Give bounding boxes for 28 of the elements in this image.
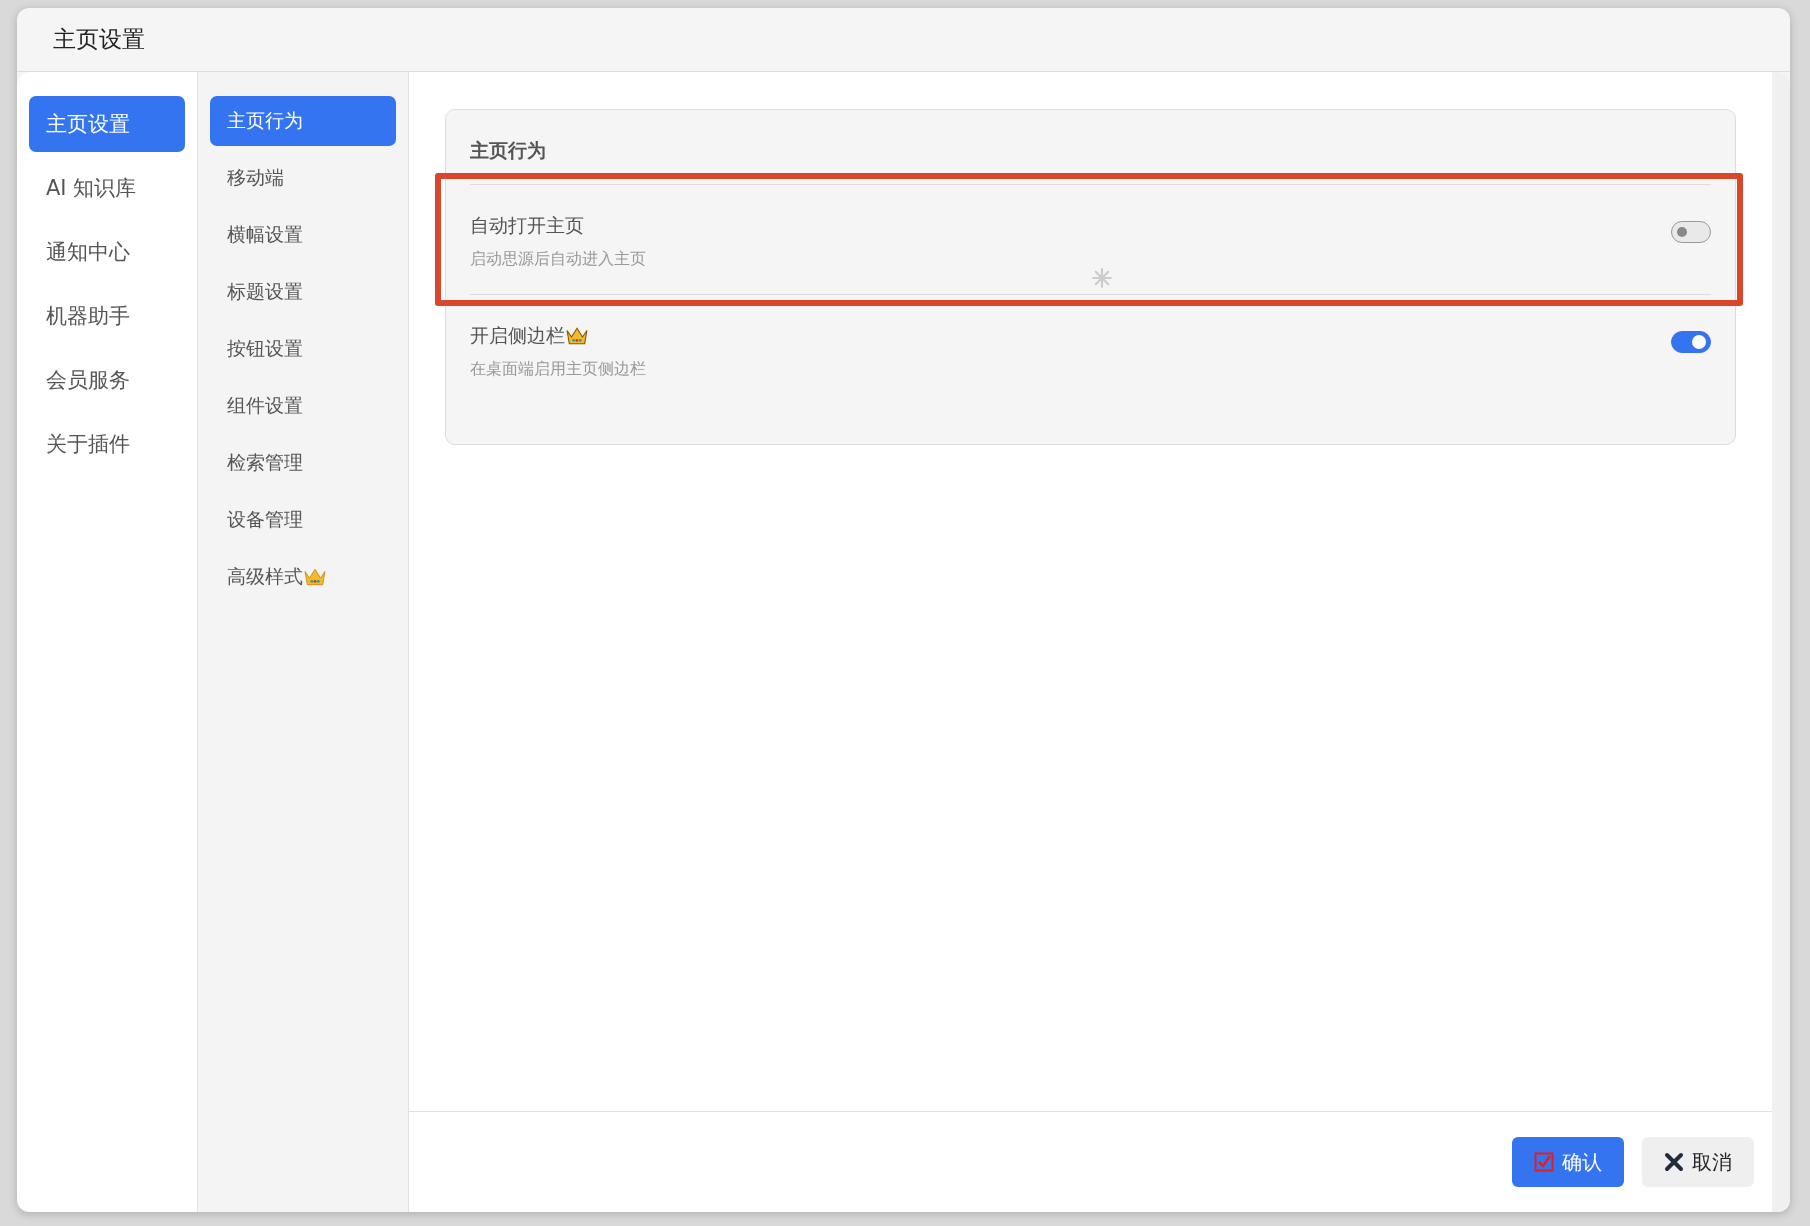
toggle-switch[interactable]: [1671, 331, 1711, 353]
setting-description: 启动思源后自动进入主页: [470, 249, 647, 270]
nav-item[interactable]: 通知中心: [29, 224, 185, 280]
loading-icon: [1090, 267, 1113, 289]
dialog-button[interactable]: 确认: [1512, 1137, 1624, 1187]
sub-nav-item[interactable]: 移动端: [210, 153, 396, 203]
toggle-switch[interactable]: [1671, 221, 1711, 243]
sub-nav-item[interactable]: 高级样式: [210, 552, 396, 602]
sub-nav-item[interactable]: 组件设置: [210, 381, 396, 431]
dialog-title: 主页设置: [53, 25, 145, 54]
setting-label: 开启侧边栏: [470, 323, 565, 348]
sub-nav-item[interactable]: 主页行为: [210, 96, 396, 146]
dialog-button[interactable]: 取消: [1642, 1137, 1754, 1187]
nav-item[interactable]: 机器助手: [29, 288, 185, 344]
nav-item[interactable]: 关于插件: [29, 416, 185, 472]
sub-nav-item[interactable]: 设备管理: [210, 495, 396, 545]
sub-nav-item[interactable]: 标题设置: [210, 267, 396, 317]
sub-nav-item[interactable]: 按钮设置: [210, 324, 396, 374]
close-icon: [1664, 1152, 1684, 1172]
setting-description: 在桌面端启用主页侧边栏: [470, 359, 647, 380]
checkbox-icon: [1534, 1152, 1554, 1172]
setting-label: 自动打开主页: [470, 213, 584, 238]
sub-nav-item[interactable]: 检索管理: [210, 438, 396, 488]
nav-item[interactable]: AI 知识库: [29, 160, 185, 216]
nav-item[interactable]: 主页设置: [29, 96, 185, 152]
nav-item[interactable]: 会员服务: [29, 352, 185, 408]
section-title: 主页行为: [470, 110, 1711, 185]
sub-nav-item[interactable]: 横幅设置: [210, 210, 396, 260]
